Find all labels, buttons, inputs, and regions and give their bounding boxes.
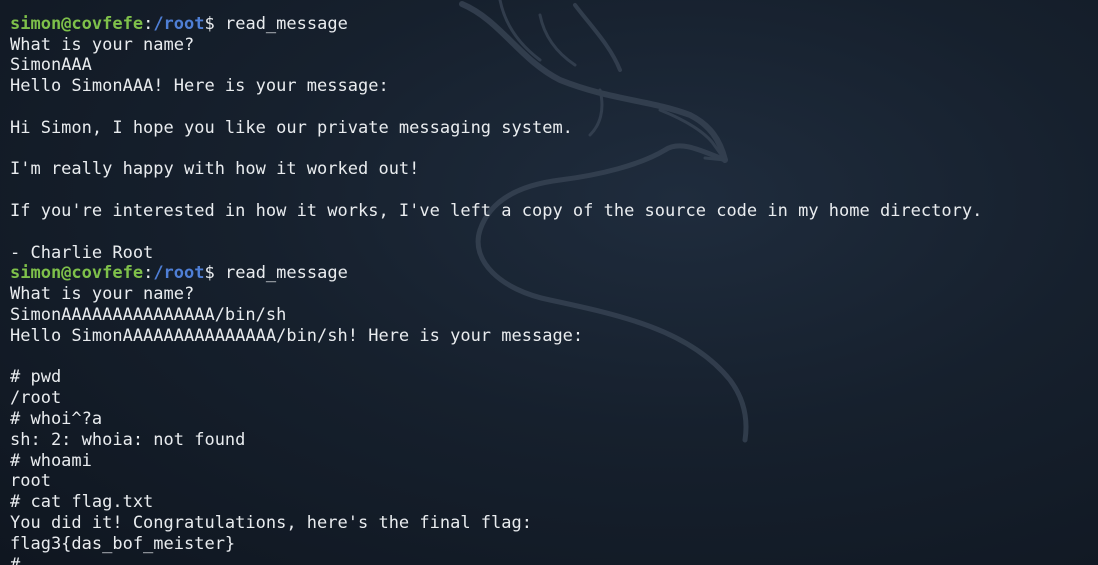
output-line: SimonAAAAAAAAAAAAAAA/bin/sh [10,304,287,325]
prompt-line: simon@covfefe:/root$ read_message [10,263,1090,284]
prompt-path: /root [153,263,205,284]
prompt-command: read_message [224,263,348,284]
output-line: sh: 2: whoia: not found [10,429,246,450]
output-line: If you're interested in how it works, I'… [10,200,983,221]
output-line: # cat flag.txt [10,492,154,513]
output-line: /root [10,388,62,409]
output-line: # whoami [10,450,92,471]
prompt-line: simon@covfefe:/root$ read_message [10,14,1090,35]
output-line: What is your name? [10,34,195,55]
output-line: SimonAAA [10,55,92,76]
output-line: You did it! Congratulations, here's the … [10,512,532,533]
output-line: Hello SimonAAA! Here is your message: [10,76,389,97]
output-line: Hello SimonAAAAAAAAAAAAAAA/bin/sh! Here … [10,325,584,346]
output-line: I'm really happy with how it worked out! [10,159,420,180]
output-line: # [10,554,21,565]
output-line: # whoi^?a [10,408,103,429]
prompt-symbol: $ [204,13,225,34]
output-line: root [10,471,51,492]
terminal-output[interactable]: simon@covfefe:/root$ read_message What is… [10,0,1090,565]
prompt-separator: : [143,263,154,284]
prompt-command: read_message [224,13,348,34]
prompt-user: simon@covfefe [10,13,144,34]
output-line: Hi Simon, I hope you like our private me… [10,117,573,138]
prompt-separator: : [143,13,154,34]
output-line: - Charlie Root [10,242,154,263]
prompt-path: /root [153,13,205,34]
prompt-user: simon@covfefe [10,263,144,284]
prompt-symbol: $ [204,263,225,284]
output-line: # pwd [10,367,62,388]
output-line: flag3{das_bof_meister} [10,533,236,554]
output-line: What is your name? [10,284,195,305]
